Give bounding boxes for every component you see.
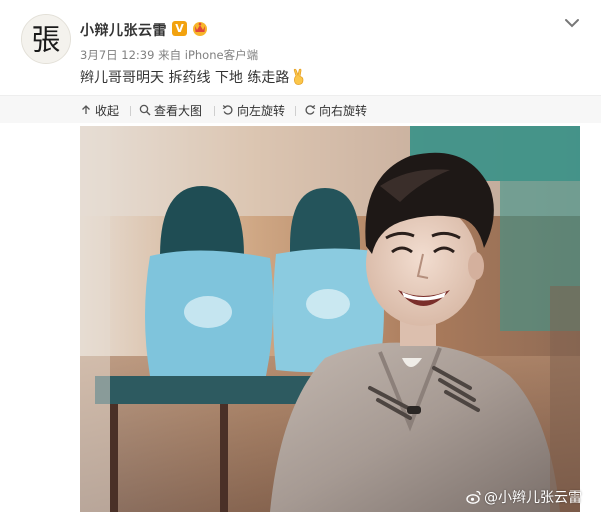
rotate-left-label: 向左旋转 xyxy=(237,103,286,118)
collapse-label: 收起 xyxy=(95,103,120,118)
rotate-right-button[interactable]: 向右旋转 xyxy=(304,102,367,118)
crown-icon[interactable] xyxy=(191,19,209,37)
toolbar-divider xyxy=(214,106,215,116)
view-large-label: 查看大图 xyxy=(154,103,203,118)
post-meta: 3月7日 12:39 来自 iPhone客户端 xyxy=(80,47,258,63)
collapse-icon xyxy=(80,104,92,116)
verified-badge[interactable]: V xyxy=(172,21,187,36)
post-date[interactable]: 3月7日 xyxy=(80,48,118,62)
rotate-left-icon xyxy=(222,104,234,116)
victory-hand-icon xyxy=(290,68,308,86)
rotate-right-icon xyxy=(304,104,316,116)
watermark-text: @小辫儿张云雷 xyxy=(484,490,582,506)
avatar[interactable]: 張 xyxy=(21,14,71,64)
weibo-logo-icon xyxy=(466,489,482,505)
chevron-down-icon[interactable] xyxy=(563,14,581,32)
rotate-right-label: 向右旋转 xyxy=(319,103,368,118)
view-large-button[interactable]: 查看大图 xyxy=(139,102,202,118)
post-content: 辫儿哥哥明天 拆药线 下地 练走路 xyxy=(80,67,308,87)
post-source: 来自 iPhone客户端 xyxy=(158,48,259,62)
post-time[interactable]: 12:39 xyxy=(121,48,154,62)
collapse-button[interactable]: 收起 xyxy=(80,102,119,118)
search-icon xyxy=(139,104,151,116)
photo-watermark: @小辫儿张云雷 xyxy=(466,487,582,507)
rotate-left-button[interactable]: 向左旋转 xyxy=(222,102,285,118)
svg-text:張: 張 xyxy=(32,23,61,57)
image-toolbar: 收起 查看大图 向左旋转 向右旋转 xyxy=(0,95,601,123)
toolbar-divider xyxy=(295,106,296,116)
toolbar-divider xyxy=(130,106,131,116)
username[interactable]: 小辩儿张云雷 xyxy=(80,20,167,40)
post-photo[interactable] xyxy=(80,126,580,512)
weibo-post: 張 小辩儿张云雷 V 3月7日 12:39 来自 iPhone客户端 辫儿哥哥明… xyxy=(0,0,601,512)
post-text: 辫儿哥哥明天 拆药线 下地 练走路 xyxy=(80,70,290,86)
